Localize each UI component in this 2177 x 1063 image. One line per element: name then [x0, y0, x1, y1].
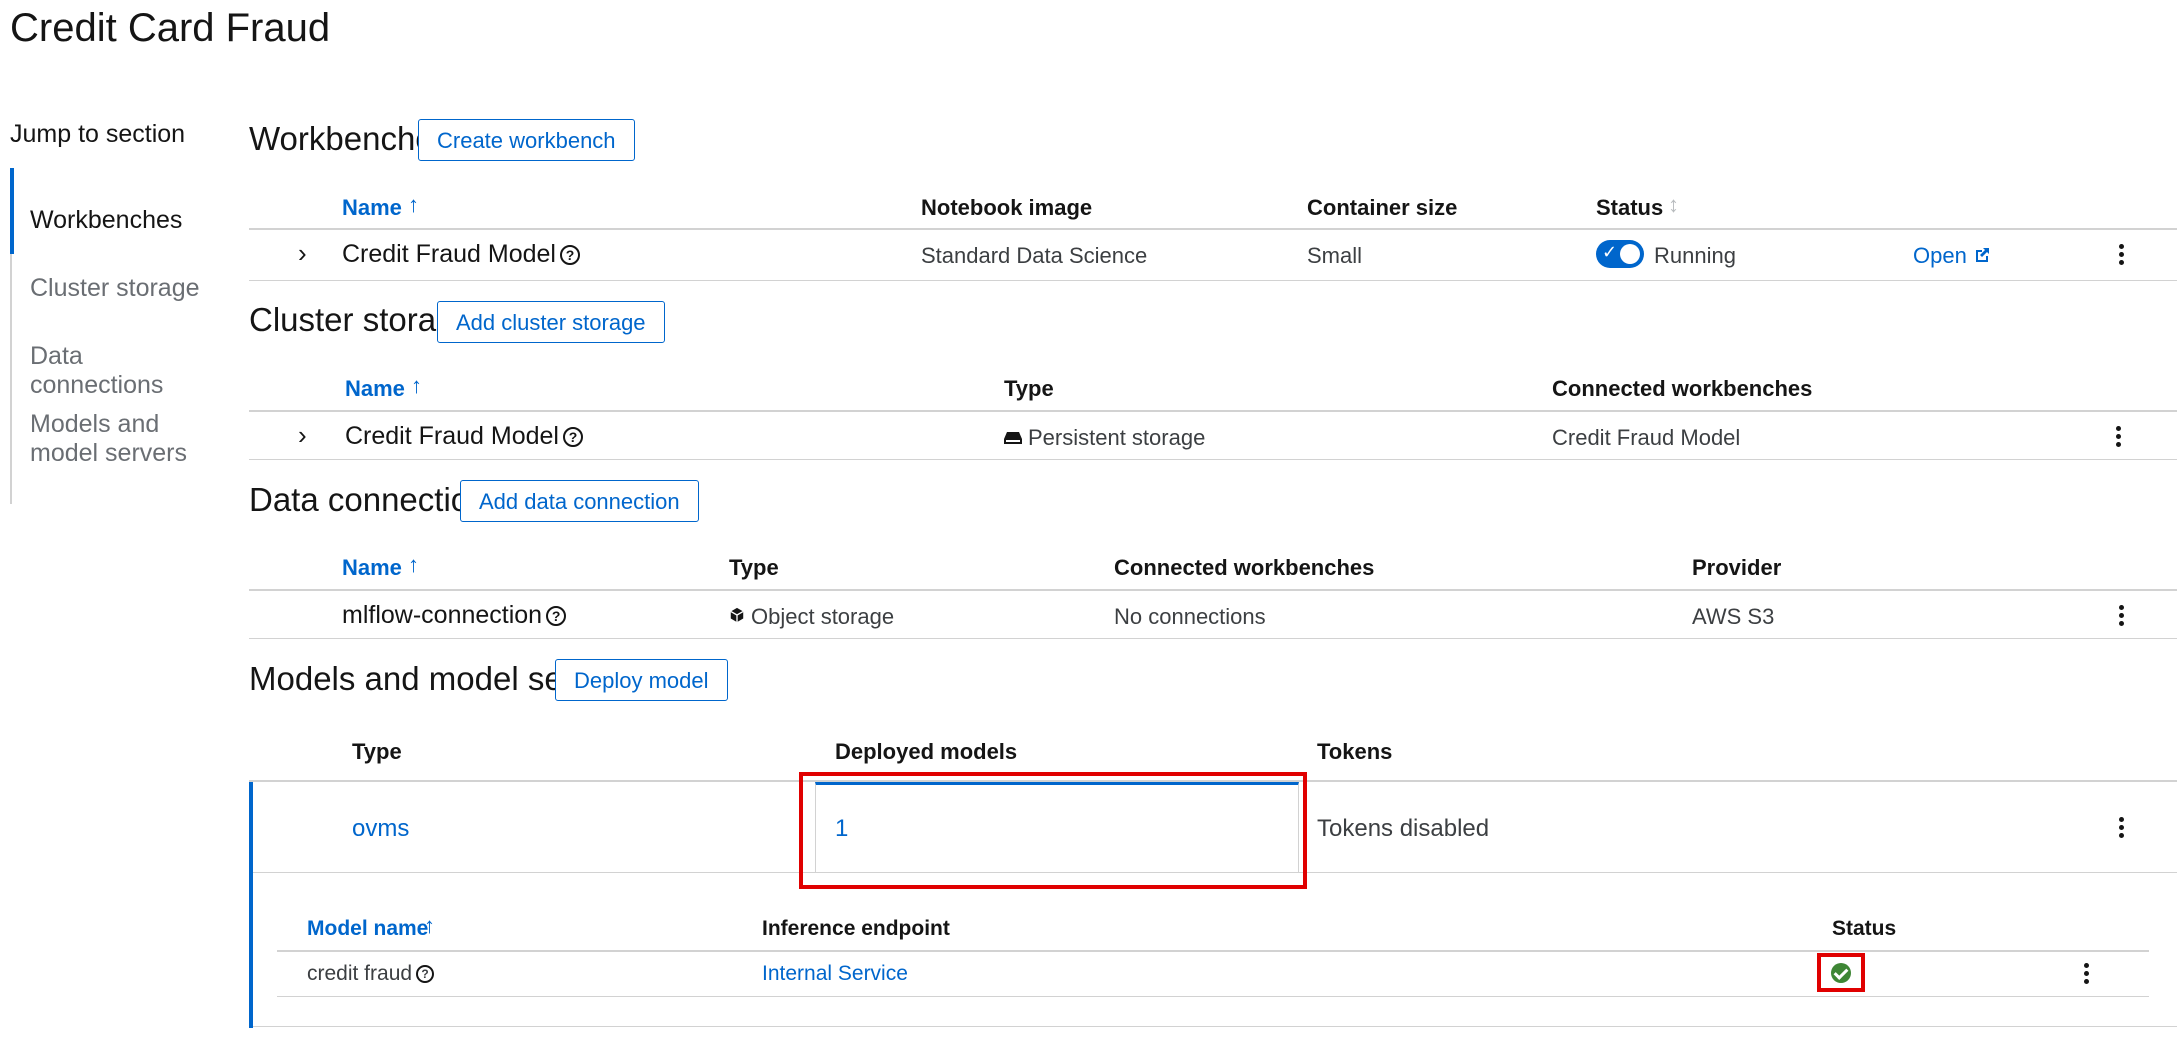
tokens-status: Tokens disabled [1317, 815, 1490, 842]
help-icon[interactable]: ? [562, 427, 583, 447]
add-data-connection-button[interactable]: Add data connection [460, 480, 699, 522]
sort-both-icon[interactable]: ↕ [1668, 192, 1679, 218]
connection-kebab-icon[interactable] [2110, 601, 2134, 631]
jump-item-cluster-storage[interactable]: Cluster storage [30, 274, 210, 303]
jump-to-section-label: Jump to section [10, 120, 186, 148]
workbench-open-link[interactable]: Open [1913, 243, 1991, 269]
connection-provider: AWS S3 [1692, 604, 1775, 629]
hdd-icon [1004, 432, 1022, 444]
col-header-type: Type [1004, 376, 1054, 401]
highlight-deployed-models [799, 772, 1307, 889]
sort-asc-icon[interactable]: ↑ [408, 552, 419, 578]
inference-endpoint-link[interactable]: Internal Service [762, 962, 908, 986]
jump-nav: Workbenches Cluster storage Data connect… [10, 168, 210, 504]
sort-asc-icon[interactable]: ↑ [424, 913, 435, 939]
workbench-status-toggle[interactable]: ✓ [1596, 240, 1644, 268]
sort-asc-icon[interactable]: ↑ [411, 373, 422, 399]
connection-connected: No connections [1114, 604, 1266, 629]
col-header-tokens: Tokens [1317, 739, 1393, 764]
model-kebab-icon[interactable] [2075, 959, 2099, 989]
col-header-name[interactable]: Name [342, 195, 402, 221]
col-header-status: Status [1832, 917, 1897, 940]
help-icon[interactable]: ? [546, 606, 567, 626]
expanded-row-indicator [249, 782, 253, 1028]
jump-item-workbenches[interactable]: Workbenches [30, 206, 210, 235]
workbench-kebab-icon[interactable] [2110, 240, 2134, 270]
highlight-status [1817, 953, 1865, 992]
jump-item-data-connections[interactable]: Data connections [30, 342, 210, 400]
sort-asc-icon[interactable]: ↑ [408, 192, 419, 218]
workbench-name: Credit Fraud Model? [342, 240, 580, 269]
col-header-deployed-models: Deployed models [835, 739, 1018, 764]
page-title: Credit Card Fraud [10, 6, 331, 50]
help-icon[interactable]: ? [416, 965, 435, 983]
col-header-notebook-image: Notebook image [921, 195, 1093, 220]
storage-connected: Credit Fraud Model [1552, 425, 1741, 450]
col-header-inference-endpoint: Inference endpoint [762, 917, 950, 940]
cube-icon [730, 607, 744, 623]
col-header-name[interactable]: Name [345, 376, 405, 402]
col-header-name[interactable]: Name [342, 555, 402, 581]
workbench-image: Standard Data Science [921, 243, 1148, 268]
col-header-status[interactable]: Status [1596, 195, 1663, 221]
deploy-model-button[interactable]: Deploy model [555, 659, 728, 701]
help-icon[interactable]: ? [559, 245, 580, 265]
create-workbench-button[interactable]: Create workbench [418, 119, 635, 161]
jump-active-indicator [10, 168, 14, 254]
storage-kebab-icon[interactable] [2107, 422, 2131, 452]
col-header-provider: Provider [1692, 555, 1782, 580]
col-header-connected-workbenches: Connected workbenches [1552, 376, 1813, 401]
add-cluster-storage-button[interactable]: Add cluster storage [437, 301, 665, 343]
col-header-connected-workbenches: Connected workbenches [1114, 555, 1375, 580]
col-header-type: Type [352, 739, 402, 764]
storage-name: Credit Fraud Model? [345, 422, 583, 451]
connection-type: Object storage [729, 604, 894, 630]
workbench-status-text: Running [1654, 243, 1736, 268]
storage-type: Persistent storage [1004, 425, 1205, 451]
col-header-container-size: Container size [1307, 195, 1458, 220]
workbench-size: Small [1307, 243, 1363, 268]
col-header-type: Type [729, 555, 779, 580]
col-header-model-name[interactable]: Model name [307, 917, 428, 941]
server-type-link[interactable]: ovms [352, 815, 409, 843]
check-icon: ✓ [1602, 242, 1618, 262]
server-kebab-icon[interactable] [2110, 813, 2134, 843]
expand-chevron-icon[interactable]: › [298, 238, 307, 269]
external-link-icon [1975, 248, 1989, 262]
expand-chevron-icon[interactable]: › [298, 420, 307, 451]
jump-item-models[interactable]: Models and model servers [30, 410, 210, 468]
model-name: credit fraud? [307, 962, 435, 986]
connection-name: mlflow-connection? [342, 601, 567, 630]
